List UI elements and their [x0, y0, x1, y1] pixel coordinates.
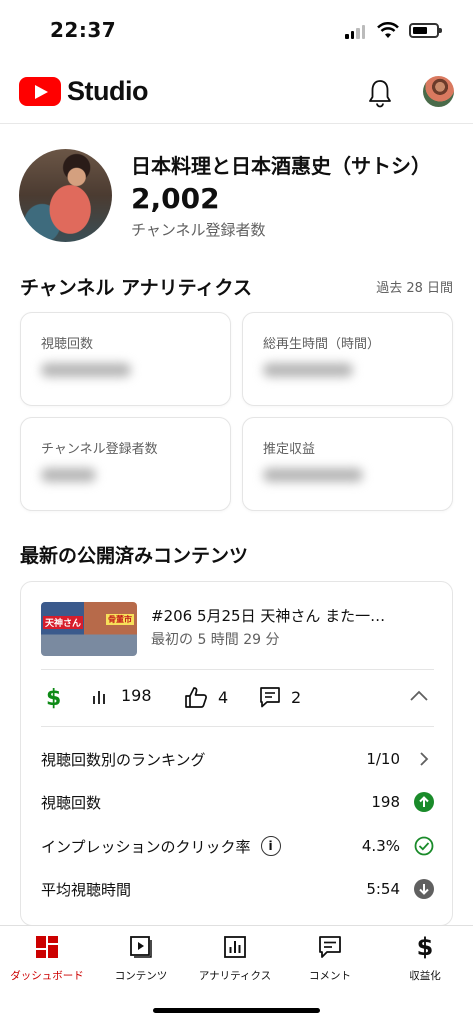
divider: [41, 726, 434, 727]
youtube-play-icon: [19, 77, 61, 106]
nav-label: アナリティクス: [198, 970, 272, 982]
status-bar: 22:37: [0, 0, 473, 60]
ranking-row[interactable]: 視聴回数別のランキング 1/10: [41, 739, 434, 779]
thumbnail-caption: 天神さん: [43, 616, 84, 629]
subscriber-count: 2,002: [131, 182, 220, 215]
views-count: 198: [121, 686, 152, 705]
bell-icon[interactable]: [366, 78, 394, 108]
studio-logo[interactable]: Studio: [19, 76, 148, 107]
collapse-button[interactable]: [409, 690, 429, 702]
video-stats-row: $ 198 4 2: [21, 686, 454, 726]
latest-content-title: 最新の公開済みコンテンツ: [20, 545, 249, 567]
divider: [41, 669, 434, 670]
blurred-value: [263, 363, 353, 377]
row-label-wrap: インプレッションのクリック率 i: [41, 836, 330, 857]
row-value: 4.3%: [361, 837, 400, 855]
blurred-value: [41, 363, 131, 377]
account-avatar[interactable]: [423, 76, 454, 107]
metric-card-revenue[interactable]: 推定収益: [242, 417, 453, 511]
metric-label: 推定収益: [263, 442, 316, 457]
content-icon: [94, 934, 188, 960]
nav-monetization[interactable]: $ 収益化: [378, 933, 472, 983]
analytics-period: 過去 28 日間: [376, 281, 453, 296]
home-indicator: [153, 1008, 320, 1013]
video-thumbnail[interactable]: 天神さん 骨董市: [41, 602, 137, 656]
row-value: 1/10: [366, 750, 400, 768]
monetization-status[interactable]: $: [46, 686, 61, 711]
comments-stat[interactable]: 2: [259, 686, 301, 708]
row-label: 視聴回数別のランキング: [41, 750, 206, 769]
cellular-signal-icon: [345, 25, 365, 39]
dashboard-icon: [0, 934, 94, 960]
channel-name: 日本料理と日本酒惠史（サトシ）: [131, 154, 431, 178]
likes-stat[interactable]: 4: [184, 686, 228, 708]
subscriber-label: チャンネル登録者数: [131, 221, 266, 239]
video-subtitle: 最初の 5 時間 29 分: [151, 632, 280, 648]
nav-content[interactable]: コンテンツ: [94, 934, 188, 983]
arrow-up-icon: [414, 792, 434, 812]
thumbnail-caption: 骨董市: [106, 614, 134, 625]
row-label: 平均視聴時間: [41, 880, 132, 899]
views-stat[interactable]: 198: [91, 686, 152, 705]
comment-icon: [260, 687, 280, 708]
row-value: 5:54: [366, 880, 400, 898]
avg-view-duration-row: 平均視聴時間 5:54: [41, 869, 434, 909]
blurred-value: [263, 468, 363, 482]
monetization-icon: $: [416, 933, 434, 961]
likes-count: 4: [218, 687, 229, 707]
bar-chart-icon: [93, 690, 105, 704]
row-label: 視聴回数: [41, 793, 102, 812]
blurred-value: [41, 468, 96, 482]
analytics-section-title: チャンネル アナリティクス: [20, 277, 252, 299]
nav-analytics[interactable]: アナリティクス: [188, 934, 282, 983]
metric-card-views[interactable]: 視聴回数: [20, 312, 231, 406]
metric-label: 視聴回数: [41, 337, 94, 352]
battery-icon: [409, 23, 442, 38]
ctr-row: インプレッションのクリック率 i 4.3%: [41, 826, 434, 866]
metric-card-watch-time[interactable]: 総再生時間（時間）: [242, 312, 453, 406]
metric-label: 総再生時間（時間）: [263, 337, 381, 352]
metric-label: チャンネル登録者数: [41, 442, 158, 457]
chevron-right-icon: [414, 749, 434, 769]
app-header: Studio: [0, 60, 473, 124]
dollar-icon: $: [46, 686, 62, 711]
logo-text: Studio: [67, 76, 148, 106]
row-value: 198: [371, 793, 400, 811]
chevron-up-icon: [410, 690, 428, 701]
analytics-icon: [188, 934, 282, 960]
metric-card-subscribers[interactable]: チャンネル登録者数: [20, 417, 231, 511]
arrow-down-icon: [414, 879, 434, 899]
nav-label: コンテンツ: [114, 970, 168, 982]
latest-video-card: 天神さん 骨董市 #206 5月25日 天神さん また一… 最初の 5 時間 2…: [20, 581, 453, 926]
info-icon[interactable]: i: [260, 836, 281, 856]
thumbs-up-icon: [185, 687, 207, 708]
comment-icon: [283, 934, 377, 960]
channel-avatar: [19, 149, 112, 242]
row-label: インプレッションのクリック率: [41, 837, 251, 856]
nav-comments[interactable]: コメント: [283, 934, 377, 983]
nav-label: ダッシュボード: [10, 970, 84, 982]
views-row: 視聴回数 198: [41, 782, 434, 822]
comments-count: 2: [291, 687, 302, 707]
wifi-icon: [377, 22, 399, 38]
nav-label: コメント: [309, 970, 351, 982]
status-time: 22:37: [50, 18, 117, 42]
nav-dashboard[interactable]: ダッシュボード: [0, 934, 94, 983]
check-circle-icon: [414, 836, 434, 856]
video-title[interactable]: #206 5月25日 天神さん また一…: [151, 605, 441, 626]
nav-label: 収益化: [409, 970, 441, 982]
